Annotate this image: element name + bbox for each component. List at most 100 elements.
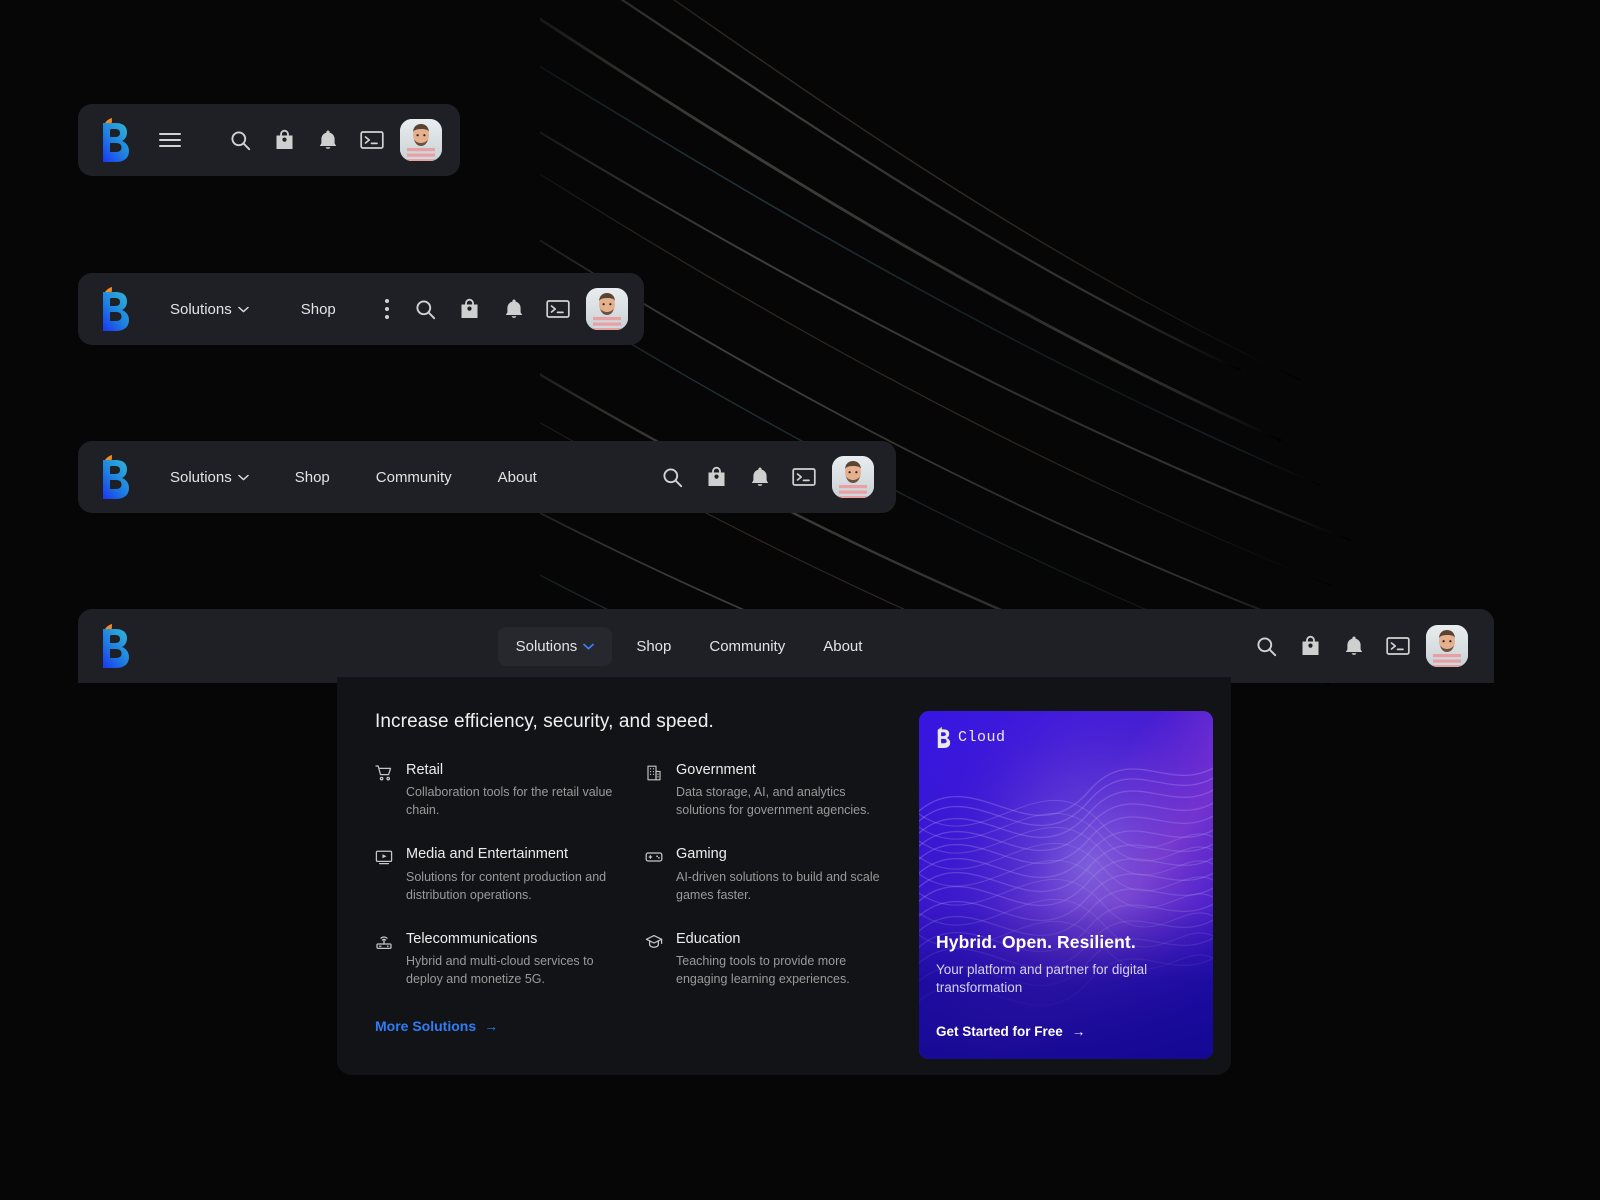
navbar-compact [78, 104, 460, 176]
solution-item-media-entertainment[interactable]: Media and Entertainment Solutions for co… [375, 845, 621, 903]
solution-title: Telecommunications [406, 930, 538, 947]
nav-link-label: Community [709, 637, 786, 655]
nav-link-label: Solutions [170, 300, 232, 318]
promo-card-cloud[interactable]: Cloud Hybrid. Open. Resilient. Your plat… [919, 711, 1213, 1059]
solutions-mega-menu: Increase efficiency, security, and speed… [337, 677, 1231, 1075]
shopping-bag-icon[interactable] [694, 455, 738, 499]
solution-description: AI-driven solutions to build and scale g… [676, 869, 880, 902]
solution-title: Government [676, 762, 756, 778]
search-icon[interactable] [218, 118, 262, 162]
bell-icon[interactable] [738, 455, 782, 499]
nav-link-label: Shop [294, 468, 330, 486]
bell-icon[interactable] [1332, 624, 1376, 668]
nav-link-about[interactable]: About [484, 461, 551, 494]
promo-body: Hybrid. Open. Resilient. Your platform a… [936, 932, 1197, 1041]
b-logo-icon[interactable] [100, 624, 130, 668]
solution-description: Solutions for content production and dis… [406, 869, 607, 902]
arrow-right-icon: → [484, 1018, 499, 1035]
graduation-cap-icon [645, 933, 663, 951]
more-solutions-link[interactable]: More Solutions → [375, 1018, 498, 1034]
nav-link-solutions[interactable]: Solutions [156, 461, 263, 494]
solution-item-telecommunications[interactable]: Telecommunications Hybrid and multi-clou… [375, 930, 621, 988]
page-root: Solutions Shop Solutions Shop Community … [0, 0, 1600, 1200]
nav-link-label: Community [375, 468, 452, 486]
solution-title: Media and Entertainment [406, 846, 569, 863]
terminal-icon[interactable] [350, 118, 394, 162]
promo-logo-text: Cloud [958, 729, 1006, 746]
user-avatar[interactable] [585, 288, 628, 330]
navbar-short: Solutions Shop [78, 273, 644, 345]
promo-cta-label: Get Started for Free [936, 1024, 1063, 1039]
nav-link-solutions[interactable]: Solutions [497, 626, 613, 666]
b-logo-icon[interactable] [100, 118, 130, 162]
terminal-icon[interactable] [536, 287, 580, 331]
nav-link-label: Solutions [170, 468, 232, 486]
hamburger-icon[interactable] [148, 118, 192, 162]
navbar-links: Solutions Shop [156, 287, 404, 331]
nav-link-label: About [497, 468, 537, 486]
solution-description: Collaboration tools for the retail value… [406, 785, 613, 818]
nav-link-community[interactable]: Community [695, 630, 799, 663]
navbar-links: Solutions Shop Community About [497, 626, 877, 666]
router-icon [375, 933, 393, 951]
bell-icon[interactable] [306, 118, 350, 162]
terminal-icon[interactable] [782, 455, 826, 499]
search-icon[interactable] [404, 287, 448, 331]
solutions-list-column: Increase efficiency, security, and speed… [375, 711, 891, 1045]
solution-item-retail[interactable]: Retail Collaboration tools for the retai… [375, 761, 621, 819]
navbar-actions [650, 455, 874, 499]
nav-link-solutions[interactable]: Solutions [156, 293, 263, 326]
nav-link-label: Shop [300, 300, 336, 318]
user-avatar[interactable] [400, 119, 442, 161]
solution-item-education[interactable]: Education Teaching tools to provide more… [645, 930, 891, 988]
nav-link-community[interactable]: Community [362, 461, 466, 494]
terminal-icon[interactable] [1376, 624, 1420, 668]
promo-subtitle: Your platform and partner for digital tr… [936, 961, 1148, 995]
gamepad-icon [645, 848, 663, 866]
b-logo-icon [936, 727, 951, 748]
promo-cta-button[interactable]: Get Started for Free → [936, 1024, 1085, 1039]
navbar-full: Solutions Shop Community About [78, 609, 1494, 683]
solution-title: Education [676, 930, 741, 947]
navbar-medium: Solutions Shop Community About [78, 441, 896, 513]
navbar-actions [218, 118, 442, 162]
search-icon[interactable] [650, 455, 694, 499]
more-solutions-label: More Solutions [375, 1018, 477, 1035]
arrow-right-icon: → [1071, 1024, 1086, 1039]
chevron-down-icon [237, 306, 249, 313]
nav-link-label: Shop [636, 637, 672, 655]
user-avatar[interactable] [1426, 625, 1469, 667]
video-play-icon [375, 848, 393, 866]
nav-link-shop[interactable]: Shop [281, 461, 344, 494]
nav-link-about[interactable]: About [809, 630, 876, 663]
solution-title: Retail [406, 762, 444, 778]
bell-icon[interactable] [492, 287, 536, 331]
solution-item-gaming[interactable]: Gaming AI-driven solutions to build and … [645, 845, 891, 903]
user-avatar[interactable] [832, 456, 874, 498]
navbar-links: Solutions Shop Community About [156, 461, 551, 494]
nav-link-shop[interactable]: Shop [622, 630, 685, 663]
navbar-actions [1244, 624, 1469, 668]
shopping-bag-icon[interactable] [448, 287, 492, 331]
nav-link-label: About [823, 637, 863, 655]
shopping-cart-icon [375, 764, 393, 782]
nav-link-label: Solutions [515, 637, 578, 655]
solution-title: Gaming [676, 846, 727, 863]
solution-item-government[interactable]: Government Data storage, AI, and analyti… [645, 761, 891, 819]
kebab-menu-icon[interactable] [370, 287, 404, 331]
b-logo-icon[interactable] [100, 455, 130, 499]
solutions-grid: Retail Collaboration tools for the retai… [375, 761, 891, 988]
nav-link-shop[interactable]: Shop [287, 293, 350, 326]
shopping-bag-icon[interactable] [1288, 624, 1332, 668]
dropdown-heading: Increase efficiency, security, and speed… [375, 711, 714, 732]
shopping-bag-icon[interactable] [262, 118, 306, 162]
solution-description: Data storage, AI, and analytics solution… [676, 785, 870, 818]
navbar-actions [404, 287, 628, 331]
search-icon[interactable] [1244, 624, 1288, 668]
promo-brand-lockup: Cloud [936, 727, 1006, 748]
b-logo-icon[interactable] [100, 287, 130, 331]
solution-description: Hybrid and multi-cloud services to deplo… [406, 953, 594, 986]
chevron-down-icon [583, 643, 595, 650]
solution-description: Teaching tools to provide more engaging … [676, 953, 850, 986]
government-building-icon [645, 764, 663, 782]
